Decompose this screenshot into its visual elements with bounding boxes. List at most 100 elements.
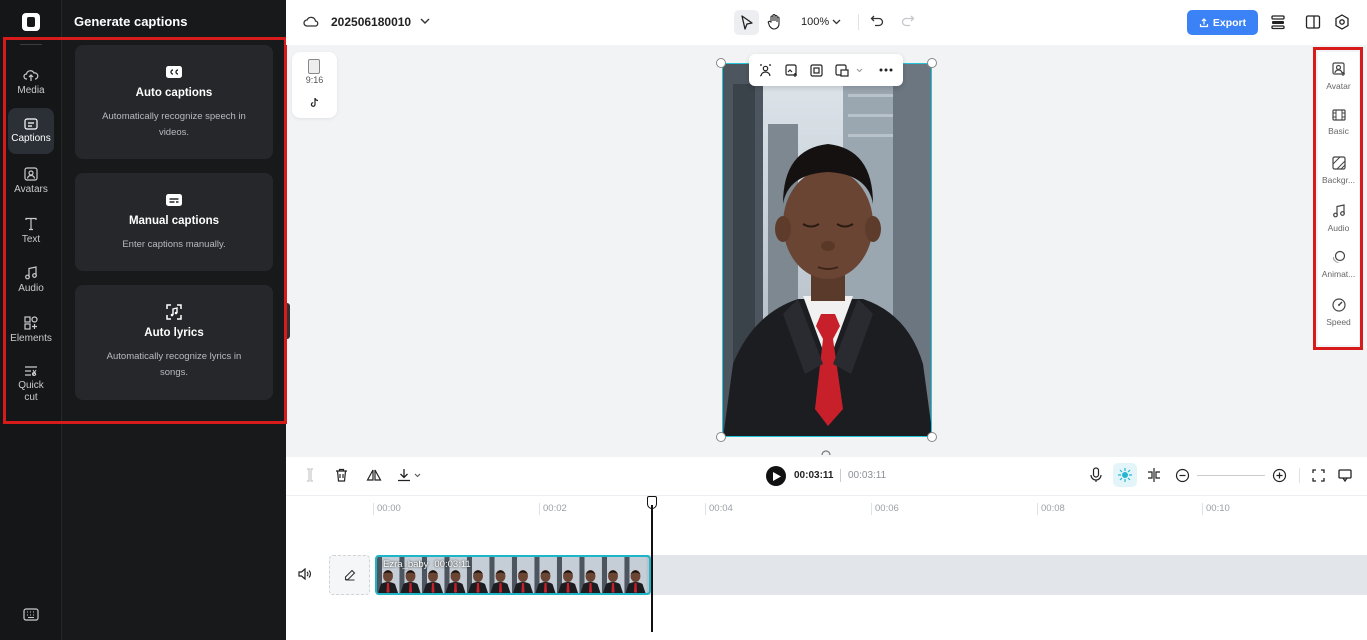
comment-icon[interactable] xyxy=(1338,469,1352,483)
replace-chevron-icon[interactable] xyxy=(856,68,863,73)
portrait-ratio-icon xyxy=(308,59,320,74)
mirror-icon[interactable] xyxy=(366,468,382,482)
avatar-icon xyxy=(24,166,38,181)
replace-icon[interactable] xyxy=(835,64,849,77)
toolbar-divider xyxy=(1299,468,1300,483)
keyboard-shortcuts-icon[interactable] xyxy=(23,608,39,621)
redo-icon[interactable] xyxy=(901,14,915,28)
split-clip-icon[interactable] xyxy=(304,468,316,482)
auto-lyrics-card[interactable]: Auto lyrics Automatically recognize lyri… xyxy=(75,285,273,400)
undo-icon[interactable] xyxy=(870,14,884,28)
more-options-icon[interactable] xyxy=(879,68,893,72)
clip-thumbnail-frame xyxy=(624,557,647,593)
zoom-out-icon[interactable] xyxy=(1175,468,1190,483)
clip-name: Ezra_baby xyxy=(383,559,429,570)
delete-icon[interactable] xyxy=(335,468,348,482)
cloud-icon[interactable] xyxy=(303,14,319,28)
card-title: Auto captions xyxy=(135,87,213,99)
rail-item-avatars[interactable]: Avatars xyxy=(8,158,54,204)
card-title: Auto lyrics xyxy=(144,327,204,339)
right-item-avatar[interactable]: Avatar xyxy=(1318,62,1359,91)
right-item-animation[interactable]: Animat... xyxy=(1318,250,1359,279)
total-time: 00:03:11 xyxy=(848,470,887,481)
rail-item-audio[interactable]: Audio xyxy=(8,257,54,303)
rail-label: Text xyxy=(21,233,41,245)
time-tick: 00:08 xyxy=(1037,503,1065,515)
track-volume-icon[interactable] xyxy=(298,568,312,580)
image-add-icon[interactable] xyxy=(785,64,799,77)
quick-cut-icon xyxy=(25,365,37,376)
aspect-ratio-card[interactable]: 9:16 xyxy=(292,52,337,118)
cc-icon xyxy=(166,66,182,78)
resize-handle-top-left[interactable] xyxy=(716,58,726,68)
clip-thumbnail-frame xyxy=(602,557,624,593)
text-icon xyxy=(25,217,37,230)
play-button[interactable] xyxy=(766,466,786,486)
clip-info: Ezra_baby 00:03:11 xyxy=(383,559,471,570)
split-align-icon[interactable] xyxy=(1147,468,1161,482)
clip-thumbnail-frame xyxy=(534,557,557,593)
manual-captions-card[interactable]: Manual captions Enter captions manually. xyxy=(75,173,273,271)
clip-thumbnail-frame xyxy=(489,557,512,593)
background-icon xyxy=(1331,156,1346,170)
rail-item-captions[interactable]: Captions xyxy=(8,108,54,154)
resize-handle-bottom-right[interactable] xyxy=(927,432,937,442)
layers-icon[interactable] xyxy=(1270,14,1286,30)
fit-screen-icon[interactable] xyxy=(1312,469,1325,482)
panel-collapse-handle[interactable] xyxy=(285,303,290,339)
rail-divider xyxy=(20,44,42,45)
right-item-speed[interactable]: Speed xyxy=(1318,298,1359,327)
auto-captions-card[interactable]: Auto captions Automatically recognize sp… xyxy=(75,45,273,159)
captions-icon xyxy=(24,117,38,130)
rail-item-quick-cut[interactable]: Quick cut xyxy=(8,360,54,408)
video-preview[interactable] xyxy=(722,63,932,437)
card-description: Automatically recognize speech in videos… xyxy=(102,111,246,138)
track-cover-button[interactable] xyxy=(329,555,370,595)
video-clip[interactable]: Ezra_baby 00:03:11 xyxy=(375,555,651,595)
split-view-icon[interactable] xyxy=(1305,14,1321,30)
crop-icon[interactable] xyxy=(810,64,823,77)
select-tool-button[interactable] xyxy=(734,10,759,35)
remove-background-icon[interactable] xyxy=(759,64,772,77)
zoom-level[interactable]: 100% xyxy=(801,16,829,28)
microphone-icon[interactable] xyxy=(1090,467,1102,483)
rail-item-media[interactable]: Media xyxy=(8,59,54,105)
rotate-handle-icon[interactable] xyxy=(820,449,832,457)
rail-label: Quick cut xyxy=(18,379,44,403)
clip-duration: 00:03:11 xyxy=(434,559,471,570)
toolbar-divider xyxy=(858,14,859,30)
download-icon[interactable] xyxy=(397,468,423,482)
right-item-audio[interactable]: Audio xyxy=(1318,204,1359,233)
right-properties-panel: Avatar Basic Backgr... Audio Animat... S… xyxy=(1318,52,1359,345)
project-name[interactable]: 202506180010 xyxy=(331,15,411,29)
clip-thumbnail-frame xyxy=(579,557,602,593)
magnet-icon xyxy=(1118,468,1132,482)
lyrics-icon xyxy=(166,304,182,320)
rail-item-elements[interactable]: Elements xyxy=(8,307,54,353)
cursor-icon xyxy=(741,15,753,30)
resize-handle-bottom-left[interactable] xyxy=(716,432,726,442)
right-item-label: Animat... xyxy=(1321,269,1356,279)
zoom-slider[interactable] xyxy=(1197,475,1265,476)
right-item-basic[interactable]: Basic xyxy=(1318,109,1359,136)
resize-handle-top-right[interactable] xyxy=(927,58,937,68)
time-tick: 00:06 xyxy=(871,503,899,515)
hand-tool-icon[interactable] xyxy=(767,13,783,30)
floating-toolbar xyxy=(749,54,903,86)
auto-snap-button[interactable] xyxy=(1113,463,1137,487)
panel-title: Generate captions xyxy=(74,14,188,29)
settings-icon[interactable] xyxy=(1334,14,1350,30)
timeline-divider xyxy=(286,495,1367,496)
right-item-label: Speed xyxy=(1326,317,1351,327)
cloud-upload-icon xyxy=(23,69,39,81)
right-item-label: Audio xyxy=(1327,223,1350,233)
zoom-chevron-icon[interactable] xyxy=(832,19,841,25)
export-button[interactable]: Export xyxy=(1187,10,1258,35)
rail-item-text[interactable]: Text xyxy=(8,208,54,254)
export-label: Export xyxy=(1212,16,1247,29)
chevron-down-icon[interactable] xyxy=(420,18,430,25)
right-item-background[interactable]: Backgr... xyxy=(1318,156,1359,185)
app-logo[interactable] xyxy=(22,13,40,31)
zoom-in-icon[interactable] xyxy=(1272,468,1287,483)
playhead-line[interactable] xyxy=(651,505,653,632)
